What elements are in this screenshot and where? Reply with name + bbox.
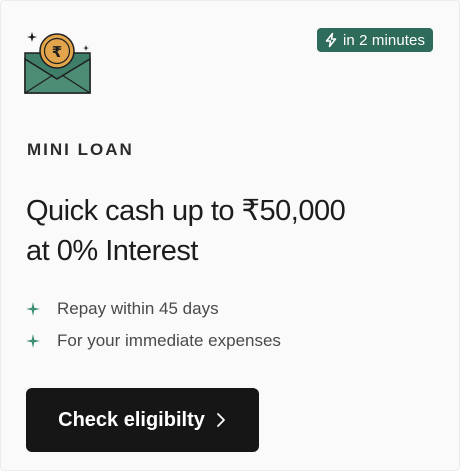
envelope-rupee-coin-icon: ₹: [24, 32, 91, 94]
product-name: MINI LOAN: [27, 140, 134, 159]
feature-text: Repay within 45 days: [57, 299, 219, 318]
feature-item: Repay within 45 days: [25, 293, 281, 325]
badge-label: in 2 minutes: [343, 31, 426, 49]
headline: Quick cash up to ₹50,000 at 0% Interest: [26, 191, 426, 271]
headline-line-2: at 0% Interest: [26, 235, 198, 267]
check-eligibility-label: Check eligibilty: [58, 408, 205, 431]
time-badge: in 2 minutes: [317, 28, 434, 52]
sparkle-icon: [26, 334, 40, 348]
feature-list: Repay within 45 days For your immediate …: [25, 293, 281, 357]
feature-text: For your immediate expenses: [57, 331, 281, 350]
mini-loan-card[interactable]: ₹ in 2 minutes MINI LOAN Quick cash up t…: [0, 0, 460, 471]
chevron-right-icon: [216, 413, 225, 427]
sparkle-icon: [26, 302, 40, 316]
lightning-icon: [325, 32, 337, 48]
feature-item: For your immediate expenses: [25, 325, 281, 357]
svg-text:₹: ₹: [52, 43, 62, 61]
check-eligibility-button[interactable]: Check eligibilty: [26, 388, 259, 452]
headline-line-1: Quick cash up to ₹50,000: [26, 195, 346, 227]
